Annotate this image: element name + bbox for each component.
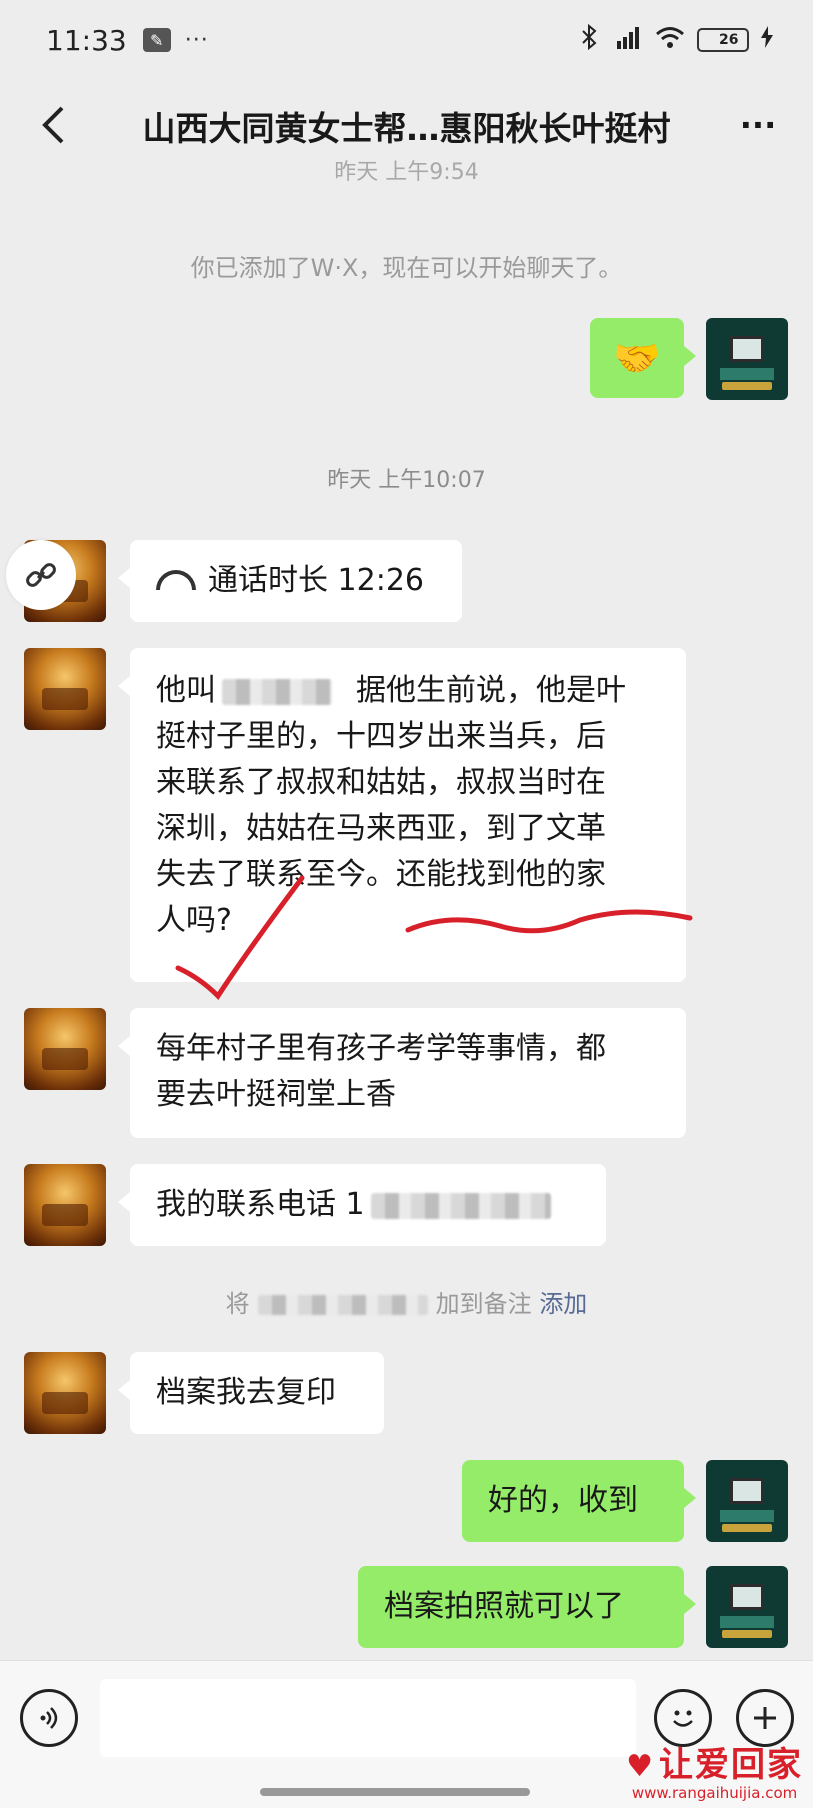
bluetooth-icon xyxy=(581,23,597,56)
contact-avatar[interactable] xyxy=(24,648,106,730)
my-avatar[interactable] xyxy=(706,318,788,400)
call-duration: 通话时长 12:26 xyxy=(208,563,424,598)
message-bubble-incoming[interactable]: 我的联系电话 1 xyxy=(118,1164,606,1246)
message-line: 要去叶挺祠堂上香 xyxy=(156,1077,396,1112)
signal-icon xyxy=(609,25,643,55)
my-avatar[interactable] xyxy=(706,1566,788,1648)
message-line: 来联系了叔叔和姑姑，叔叔当时在 xyxy=(156,765,606,800)
my-avatar[interactable] xyxy=(706,1460,788,1542)
heart-logo-icon: ♥ xyxy=(626,1749,655,1784)
message-line: 人吗? xyxy=(156,903,232,938)
redacted-phone xyxy=(370,1192,551,1219)
message-input[interactable] xyxy=(100,1679,636,1757)
message-bubble-incoming[interactable]: 档案我去复印 xyxy=(118,1352,384,1434)
phone-icon xyxy=(156,569,196,590)
contact-avatar[interactable] xyxy=(24,1352,106,1434)
status-bar: 11:33 ✎ ··· 26 xyxy=(0,0,813,80)
call-record-bubble[interactable]: 通话时长 12:26 xyxy=(118,540,462,622)
watermark-logo: ♥ 让爱回家 www.rangaihuijia.com xyxy=(626,1745,803,1802)
message-line: 深圳，姑姑在马来西亚，到了文革 xyxy=(156,811,606,846)
link-icon[interactable] xyxy=(6,540,76,610)
back-button[interactable] xyxy=(26,98,80,152)
voice-input-button[interactable] xyxy=(20,1689,78,1747)
battery-icon: 26 xyxy=(697,28,749,52)
plus-icon xyxy=(754,1707,776,1729)
status-time: 11:33 xyxy=(46,23,127,57)
redacted-name xyxy=(222,678,332,705)
more-options-button[interactable]: ··· xyxy=(731,98,785,152)
battery-level: 26 xyxy=(719,32,739,48)
message-line: 每年村子里有孩子考学等事情，都 xyxy=(156,1031,606,1066)
remark-suggestion: 将加到备注 添加 xyxy=(225,1290,588,1318)
charging-icon xyxy=(761,26,773,54)
more-notifications-icon: ··· xyxy=(184,27,209,53)
message-line: 失去了联系至今。还能找到他的家 xyxy=(156,857,606,892)
message-text: 档案我去复印 xyxy=(156,1375,336,1410)
message-bubble-incoming[interactable]: 他叫 据他生前说，他是叶 挺村子里的，十四岁出来当兵，后 来联系了叔叔和姑姑，叔叔… xyxy=(118,648,686,982)
message-line: 他叫 据他生前说，他是叶 xyxy=(156,673,626,708)
message-bubble-outgoing[interactable]: 好的，收到 xyxy=(462,1460,696,1542)
voice-icon xyxy=(40,1707,58,1729)
add-remark-link[interactable]: 添加 xyxy=(539,1290,587,1318)
redacted-phone xyxy=(257,1295,428,1315)
wifi-icon xyxy=(655,25,685,55)
smiley-icon xyxy=(673,1710,693,1727)
message-text: 我的联系电话 1 xyxy=(156,1187,365,1222)
contact-avatar[interactable] xyxy=(24,1164,106,1246)
wrench-icon: ✎ xyxy=(142,28,171,52)
handshake-emoji: 🤝 xyxy=(613,336,661,380)
message-text: 好的，收到 xyxy=(488,1483,638,1518)
chevron-left-icon xyxy=(42,106,64,144)
system-note: 你已添加了W·X，现在可以开始聊天了。 xyxy=(190,254,623,282)
home-indicator[interactable] xyxy=(260,1788,530,1796)
chat-title: 山西大同黄女士帮…惠阳秋长叶挺村 xyxy=(142,109,671,148)
message-bubble-outgoing[interactable]: 🤝 xyxy=(590,318,696,398)
contact-avatar[interactable] xyxy=(24,1008,106,1090)
timestamp: 昨天 上午9:54 xyxy=(334,160,479,185)
message-bubble-outgoing[interactable]: 档案拍照就可以了 xyxy=(358,1566,696,1648)
message-line: 挺村子里的，十四岁出来当兵，后 xyxy=(156,719,606,754)
timestamp: 昨天 上午10:07 xyxy=(327,468,486,493)
message-text: 档案拍照就可以了 xyxy=(384,1589,624,1624)
message-bubble-incoming[interactable]: 每年村子里有孩子考学等事情，都 要去叶挺祠堂上香 xyxy=(118,1008,686,1138)
